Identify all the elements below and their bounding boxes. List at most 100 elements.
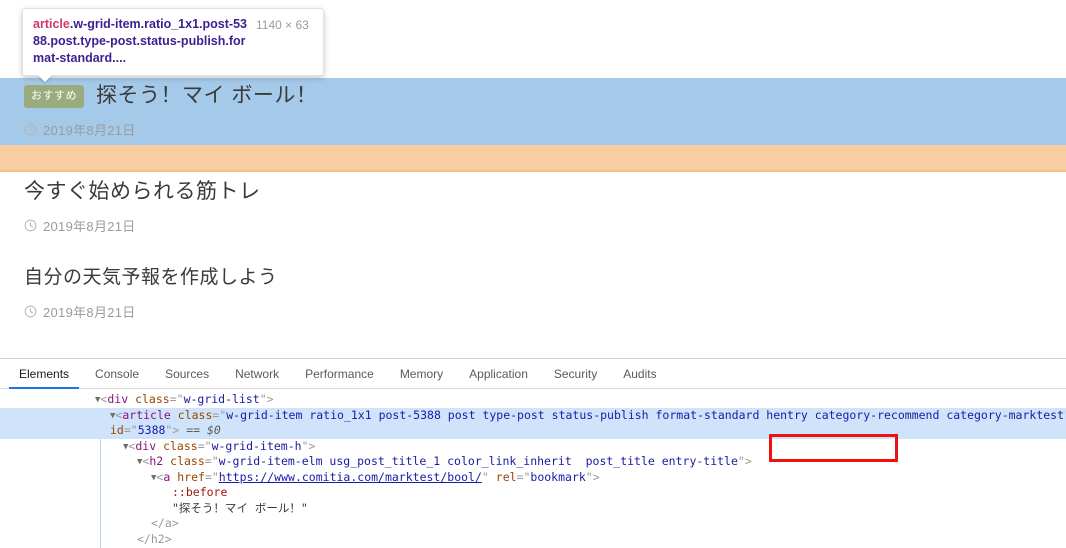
post-date: 2019年8月21日 xyxy=(43,123,136,138)
tab-sources[interactable]: Sources xyxy=(152,359,222,388)
tab-elements[interactable]: Elements xyxy=(6,359,82,389)
dom-tag: h2 xyxy=(149,454,164,468)
expand-triangle-icon[interactable]: ▼ xyxy=(123,442,128,452)
dom-close-row[interactable]: </h2> xyxy=(0,532,1066,548)
post-badge-recommend: おすすめ xyxy=(24,84,84,108)
dom-attr: class xyxy=(163,438,198,453)
post-item[interactable]: 自分の天気予報を作成しよう 2019年8月21日 xyxy=(0,264,1066,321)
tab-security[interactable]: Security xyxy=(541,359,610,388)
inspect-overlay-padding-box xyxy=(0,145,1066,172)
dom-attr: class xyxy=(135,392,170,406)
punc: =" xyxy=(197,438,212,453)
dom-attr-value: bookmark xyxy=(530,469,586,484)
dom-tag: a xyxy=(163,469,171,484)
tab-label: Audits xyxy=(623,366,657,381)
punc: "> xyxy=(737,454,752,468)
punc: "> xyxy=(301,438,316,453)
dom-tag: div xyxy=(107,392,129,406)
tab-console[interactable]: Console xyxy=(82,359,152,388)
tab-label: Application xyxy=(469,366,528,381)
post-date: 2019年8月21日 xyxy=(43,219,136,234)
post-title-row: 今すぐ始められる筋トレ xyxy=(24,178,1066,206)
punc: =" xyxy=(123,423,138,437)
clock-icon xyxy=(24,123,37,136)
dom-tree[interactable]: ▼<div class="w-grid-list"> ▼<article cla… xyxy=(0,389,1066,548)
dom-attr-value: 5388 xyxy=(137,423,166,437)
inspector-dimensions: 1140 × 63 xyxy=(256,18,309,32)
tab-label: Security xyxy=(553,366,598,381)
screenshot-root: おすすめ 探そう！マイ ボール！ 2019年8月21日 今すぐ始められる筋トレ xyxy=(0,0,1066,548)
post-title-row: おすすめ 探そう！マイ ボール！ xyxy=(24,82,1066,110)
dom-close-tag: </h2> xyxy=(137,531,172,546)
clock-icon xyxy=(24,305,37,318)
punc: =" xyxy=(212,407,227,422)
dom-attr-value-annotated: category-recommend xyxy=(814,407,940,422)
punc: =" xyxy=(516,469,531,484)
punc: =" xyxy=(204,469,219,484)
tab-network[interactable]: Network xyxy=(222,359,292,388)
dom-pseudo-row[interactable]: ::before xyxy=(0,485,1066,501)
post-title-link[interactable]: 今すぐ始められる筋トレ xyxy=(24,178,261,206)
punc: " xyxy=(481,469,496,484)
dom-attr-value: w-grid-item-elm usg_post_title_1 color_l… xyxy=(218,454,738,468)
post-date: 2019年8月21日 xyxy=(43,305,136,320)
inspector-tooltip-row: article.w-grid-item.ratio_1x1.post-5388.… xyxy=(33,16,313,67)
post-meta: 2019年8月21日 xyxy=(24,302,1066,321)
dom-text-node: "探そう！マイ ボール！" xyxy=(172,500,308,515)
inspector-tooltip-arrow xyxy=(37,74,53,82)
expand-triangle-icon[interactable]: ▼ xyxy=(137,457,142,467)
tab-memory[interactable]: Memory xyxy=(387,359,456,388)
dom-attr: class xyxy=(177,407,213,422)
tab-application[interactable]: Application xyxy=(456,359,541,388)
tab-label: Elements xyxy=(19,366,70,381)
dom-text-row[interactable]: "探そう！マイ ボール！" xyxy=(0,501,1066,517)
tab-audits[interactable]: Audits xyxy=(610,359,669,388)
dom-attr-value: category-marktest xyxy=(939,407,1065,422)
post-title-link[interactable]: 探そう！マイ ボール！ xyxy=(96,82,317,110)
dom-close-tag: </a> xyxy=(151,516,179,530)
clock-icon xyxy=(24,219,37,232)
dom-close-row[interactable]: </a> xyxy=(0,516,1066,532)
inspector-selector: article.w-grid-item.ratio_1x1.post-5388.… xyxy=(33,16,248,67)
dom-node-row[interactable]: ▼<div class="w-grid-item-h"> xyxy=(0,439,1066,455)
tab-performance[interactable]: Performance xyxy=(292,359,387,388)
tab-label: Performance xyxy=(305,366,374,381)
dom-node-row[interactable]: ▼<div class="w-grid-list"> xyxy=(0,392,1066,408)
dom-tag: div xyxy=(135,438,157,453)
selected-node-marker: == $0 xyxy=(186,423,221,437)
inspected-page-region: おすすめ 探そう！マイ ボール！ 2019年8月21日 今すぐ始められる筋トレ xyxy=(0,0,1066,358)
devtools-panel: Elements Console Sources Network Perform… xyxy=(0,358,1066,548)
dom-tag: article xyxy=(122,407,171,422)
tab-label: Network xyxy=(235,366,280,381)
expand-triangle-icon[interactable]: ▼ xyxy=(151,473,156,483)
dom-attr-continued: id xyxy=(110,423,124,437)
punc: "> xyxy=(165,423,187,437)
tab-label: Memory xyxy=(399,366,444,381)
dom-attr: href xyxy=(177,469,205,484)
post-title-row: 自分の天気予報を作成しよう xyxy=(24,264,1066,292)
tab-label: Console xyxy=(95,366,140,381)
dom-attr: rel xyxy=(495,469,517,484)
devtools-tab-bar: Elements Console Sources Network Perform… xyxy=(0,359,1066,389)
post-title-link[interactable]: 自分の天気予報を作成しよう xyxy=(24,264,278,292)
post-item[interactable]: 今すぐ始められる筋トレ 2019年8月21日 xyxy=(0,178,1066,235)
post-meta: 2019年8月21日 xyxy=(24,120,1066,139)
inspector-selector-tag: article xyxy=(33,17,70,31)
punc: =" xyxy=(169,392,184,406)
dom-attr-value: w-grid-list xyxy=(183,392,260,406)
dom-attr-value: w-grid-item ratio_1x1 post-5388 post typ… xyxy=(226,407,815,422)
expand-triangle-icon[interactable]: ▼ xyxy=(110,411,115,421)
dom-pseudo-element: ::before xyxy=(172,485,228,499)
tab-label: Sources xyxy=(165,366,210,381)
inspect-overlay-padding-edge xyxy=(0,170,1066,172)
dom-node-row[interactable]: ▼<h2 class="w-grid-item-elm usg_post_tit… xyxy=(0,454,1066,470)
punc: "> xyxy=(259,392,274,406)
punc: "> xyxy=(585,469,600,484)
expand-triangle-icon[interactable]: ▼ xyxy=(95,395,100,405)
dom-node-row-selected[interactable]: ▼<article class="w-grid-item ratio_1x1 p… xyxy=(0,407,1066,423)
dom-attr-value: w-grid-item-h xyxy=(211,438,302,453)
dom-node-row[interactable]: ▼<a href="https://www.comitia.com/markte… xyxy=(0,470,1066,486)
dom-href-link[interactable]: https://www.comitia.com/marktest/bool/ xyxy=(219,470,482,484)
post-item[interactable]: おすすめ 探そう！マイ ボール！ 2019年8月21日 xyxy=(0,82,1066,139)
dom-node-row-selected-cont[interactable]: id="5388"> == $0 xyxy=(0,423,1066,439)
